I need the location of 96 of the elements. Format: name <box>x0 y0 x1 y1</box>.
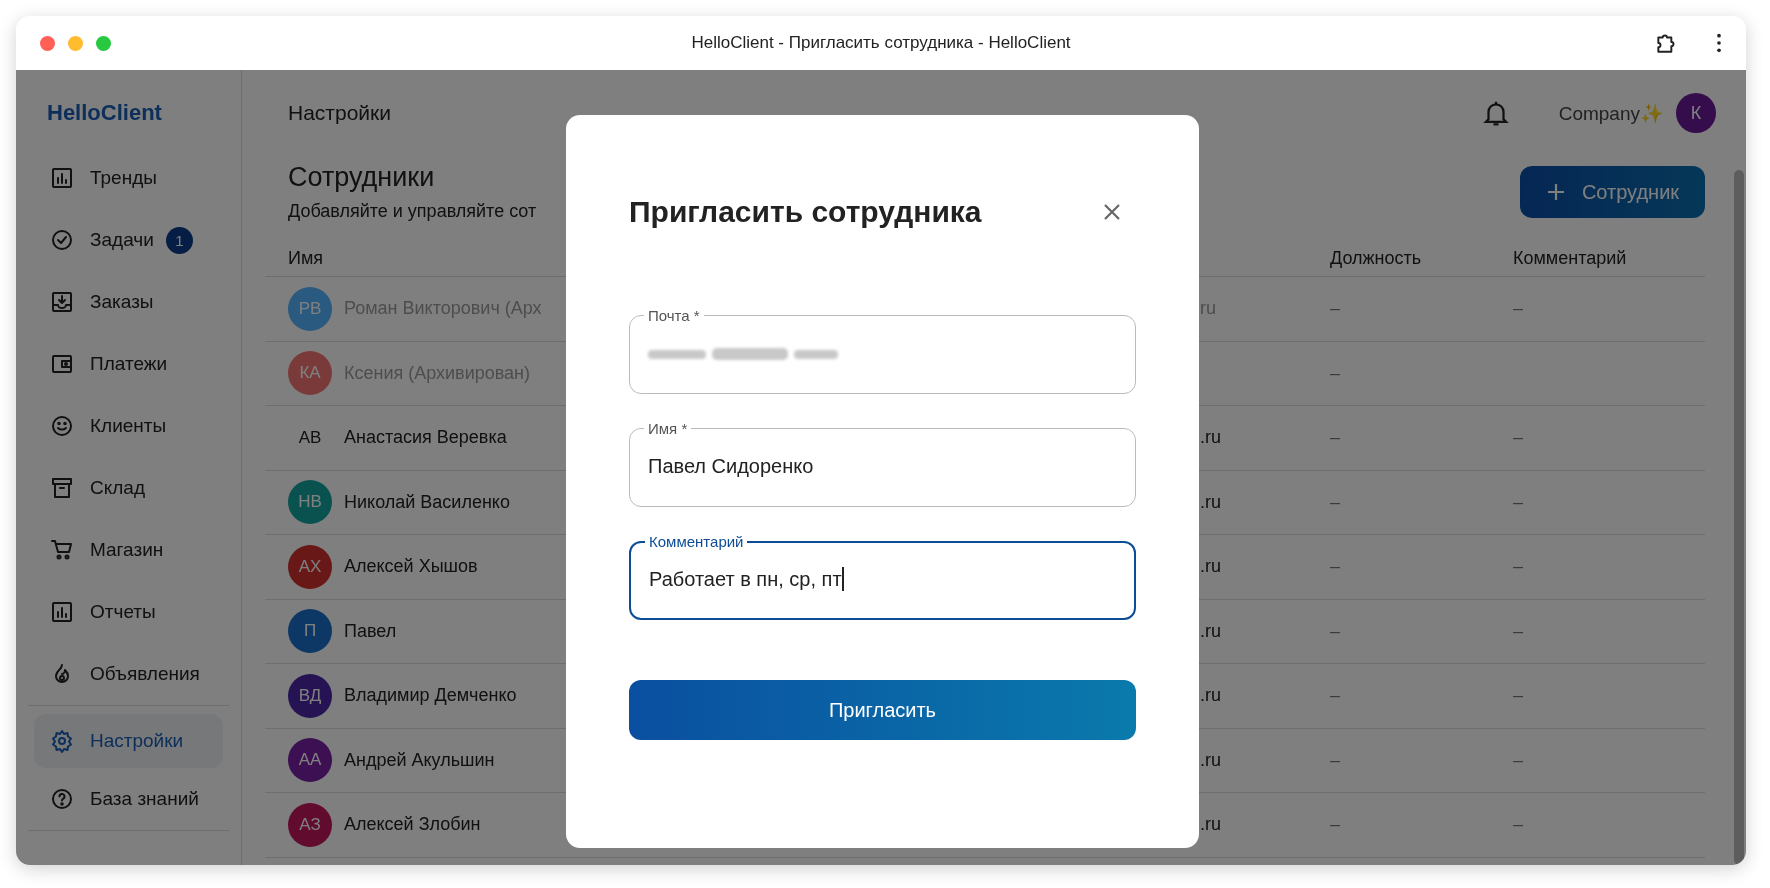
sidebar-item[interactable]: Заказы <box>34 271 223 333</box>
archive-box-icon <box>50 476 74 500</box>
table-cell: – <box>1330 685 1340 706</box>
input-field[interactable]: Комментарий Работает в пн, ср, пт <box>629 533 1136 620</box>
sidebar-label: Склад <box>90 477 145 499</box>
table-cell: – <box>1513 814 1523 835</box>
table-cell: .ru <box>1200 427 1221 448</box>
check-circle-icon <box>50 228 74 252</box>
avatar: П <box>288 609 332 654</box>
sidebar-item[interactable]: Платежи <box>34 333 223 395</box>
text-cursor <box>841 567 844 591</box>
page-title: Настройки <box>288 101 391 125</box>
table-cell: – <box>1330 427 1340 448</box>
table-cell: .ru <box>1200 556 1221 577</box>
sidebar-label: Отчеты <box>90 601 156 623</box>
field-label: Имя * <box>647 420 689 437</box>
avatar: АХ <box>288 544 332 589</box>
sidebar-label: Клиенты <box>90 415 167 437</box>
table-cell: – <box>1513 620 1523 641</box>
avatar: КА <box>288 351 332 396</box>
table-cell: – <box>1330 362 1340 383</box>
avatar: НВ <box>288 480 332 525</box>
sidebar-label: Заказы <box>90 291 154 313</box>
table-cell: .ru <box>1200 620 1221 641</box>
table-cell: – <box>1330 556 1340 577</box>
sidebar-item[interactable]: Клиенты <box>34 395 223 457</box>
table-cell: .ru <box>1200 814 1221 835</box>
employee-name: Владимир Демченко <box>344 685 517 707</box>
employee-name: Павел <box>344 620 397 642</box>
more-menu-icon[interactable] <box>1716 32 1722 54</box>
table-cell: – <box>1513 491 1523 512</box>
sidebar-label: Настройки <box>90 730 184 752</box>
avatar: АА <box>288 738 332 783</box>
employee-name: Алексей Хышов <box>344 556 478 578</box>
table-cell: – <box>1330 298 1340 319</box>
smiley-icon <box>50 414 74 438</box>
field-label: Почта * <box>647 307 701 324</box>
column-header: Имя <box>287 247 325 269</box>
bar-chart-icon <box>50 166 74 190</box>
sidebar-label: Магазин <box>90 539 164 561</box>
close-window-button[interactable] <box>40 35 55 51</box>
table-cell: .ru <box>1200 749 1221 770</box>
sidebar-item[interactable]: Объявления <box>34 643 223 705</box>
sidebar-item[interactable]: Магазин <box>34 519 223 581</box>
count-badge: 1 <box>165 226 193 254</box>
table-cell: .ru <box>1200 491 1221 512</box>
field-label: Комментарий <box>648 533 745 550</box>
sidebar-item[interactable]: База знаний <box>34 768 223 830</box>
column-header: Комментарий <box>1513 247 1628 269</box>
table-cell: – <box>1513 556 1523 577</box>
table-cell: – <box>1330 491 1340 512</box>
user-avatar[interactable]: К <box>1676 93 1716 133</box>
section-title: Сотрудники <box>288 162 436 193</box>
table-cell: – <box>1330 749 1340 770</box>
app-logo: HelloClient <box>46 100 163 127</box>
sidebar-item[interactable]: Настройки <box>34 714 223 768</box>
avatar: ВД <box>288 673 332 718</box>
employee-name: Николай Василенко <box>344 491 510 513</box>
invite-button[interactable]: Пригласить <box>629 680 1136 740</box>
sidebar-label: Задачи <box>90 229 154 251</box>
initials: АВ <box>297 426 323 449</box>
table-cell: – <box>1513 298 1523 319</box>
sidebar-label: Платежи <box>90 353 168 375</box>
table-cell: – <box>1513 427 1523 448</box>
window-title: HelloClient - Пригласить сотрудника - HelloClient <box>691 33 1071 53</box>
sidebar-item[interactable]: Тренды <box>34 147 223 209</box>
wallet-icon <box>50 352 74 376</box>
help-icon <box>50 787 74 811</box>
section-subtitle: Добавляйте и управляйте сот <box>288 201 537 222</box>
table-cell: – <box>1330 814 1340 835</box>
sidebar-item[interactable]: Склад <box>34 457 223 519</box>
bar-chart-icon <box>50 600 74 624</box>
employee-name: Анастасия Веревка <box>344 427 507 449</box>
sidebar-label: Тренды <box>90 167 157 189</box>
sidebar-label: Объявления <box>90 663 200 685</box>
table-cell: – <box>1330 620 1340 641</box>
account-name[interactable]: Company✨ <box>1558 101 1664 125</box>
avatar: АЗ <box>288 802 332 847</box>
cart-icon <box>50 538 74 562</box>
sidebar-item[interactable]: Задачи 1 <box>34 209 223 271</box>
dialog-title: Пригласить сотрудника <box>629 195 982 229</box>
table-cell: .ru <box>1200 685 1221 706</box>
plus-icon <box>1545 182 1566 202</box>
sidebar-label: База знаний <box>90 788 199 810</box>
download-tray-icon <box>50 290 74 314</box>
table-cell: – <box>1513 685 1523 706</box>
avatar: РВ <box>288 286 332 331</box>
settings-icon <box>50 729 74 753</box>
add-employee-button[interactable]: Сотрудник <box>1520 166 1705 218</box>
table-cell: – <box>1513 749 1523 770</box>
scrollbar[interactable] <box>1734 170 1744 865</box>
employee-name: Андрей Акульшин <box>344 749 495 771</box>
employee-name: Алексей Злобин <box>344 814 481 836</box>
sidebar-item[interactable]: Отчеты <box>34 581 223 643</box>
column-header: Должность <box>1330 247 1423 269</box>
close-icon[interactable] <box>1102 202 1122 222</box>
